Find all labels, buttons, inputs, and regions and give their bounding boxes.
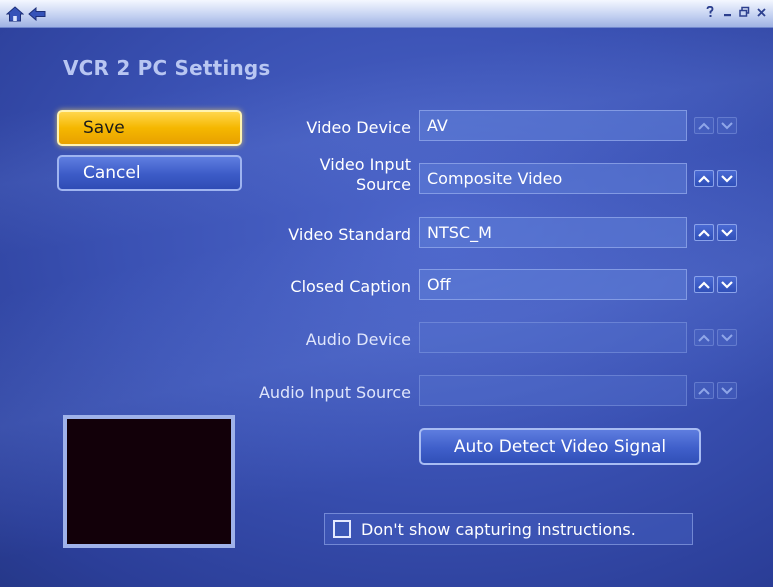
audio-input-source-down-button[interactable] bbox=[717, 382, 737, 399]
video-input-source-label-line1: Video Input bbox=[319, 155, 411, 174]
chevron-up-icon bbox=[698, 122, 710, 130]
close-icon[interactable] bbox=[755, 5, 767, 19]
chevron-down-icon bbox=[721, 174, 733, 183]
video-input-source-label-line2: Source bbox=[356, 175, 411, 194]
home-icon[interactable] bbox=[4, 4, 26, 23]
closed-caption-arrows bbox=[694, 276, 737, 293]
media-center-window: VCR 2 PC Settings Save Cancel Video Devi… bbox=[0, 0, 773, 587]
video-device-down-button[interactable] bbox=[717, 117, 737, 134]
audio-device-down-button[interactable] bbox=[717, 329, 737, 346]
closed-caption-up-button[interactable] bbox=[694, 276, 714, 293]
window-controls bbox=[704, 5, 767, 19]
chevron-down-icon bbox=[721, 386, 733, 394]
chevron-up-icon bbox=[698, 228, 710, 237]
audio-input-source-up-button[interactable] bbox=[694, 382, 714, 399]
chevron-down-icon bbox=[721, 333, 733, 341]
audio-device-field[interactable] bbox=[419, 322, 687, 353]
help-icon[interactable] bbox=[704, 5, 716, 19]
video-standard-up-button[interactable] bbox=[694, 224, 714, 241]
video-input-source-down-button[interactable] bbox=[717, 170, 737, 187]
page-title: VCR 2 PC Settings bbox=[63, 56, 271, 80]
audio-input-source-arrows bbox=[694, 382, 737, 399]
video-input-source-arrows bbox=[694, 170, 737, 187]
capture-instructions-option[interactable]: Don't show capturing instructions. bbox=[324, 513, 693, 545]
chevron-up-icon bbox=[698, 174, 710, 183]
video-input-source-up-button[interactable] bbox=[694, 170, 714, 187]
video-standard-label: Video Standard bbox=[288, 225, 411, 244]
chevron-down-icon bbox=[721, 121, 733, 129]
video-device-label: Video Device bbox=[306, 118, 411, 137]
video-input-source-label: Video Input Source bbox=[250, 155, 411, 195]
save-button[interactable]: Save bbox=[57, 110, 242, 146]
title-bar bbox=[0, 0, 773, 28]
audio-input-source-field[interactable] bbox=[419, 375, 687, 406]
video-device-up-button[interactable] bbox=[694, 117, 714, 134]
closed-caption-down-button[interactable] bbox=[717, 276, 737, 293]
audio-input-source-label: Audio Input Source bbox=[258, 383, 411, 402]
checkbox-label: Don't show capturing instructions. bbox=[361, 519, 636, 539]
audio-device-arrows bbox=[694, 329, 737, 346]
auto-detect-button[interactable]: Auto Detect Video Signal bbox=[419, 428, 701, 465]
chevron-down-icon bbox=[721, 280, 733, 289]
chevron-up-icon bbox=[698, 387, 710, 395]
cancel-button[interactable]: Cancel bbox=[57, 155, 242, 191]
minimize-icon[interactable] bbox=[721, 5, 733, 19]
closed-caption-field[interactable]: Off bbox=[419, 269, 687, 300]
video-standard-down-button[interactable] bbox=[717, 224, 737, 241]
video-device-arrows bbox=[694, 117, 737, 134]
restore-icon[interactable] bbox=[738, 5, 750, 19]
audio-device-up-button[interactable] bbox=[694, 329, 714, 346]
audio-device-label: Audio Device bbox=[305, 330, 411, 349]
video-preview bbox=[63, 415, 235, 548]
video-input-source-field[interactable]: Composite Video bbox=[419, 163, 687, 194]
video-standard-field[interactable]: NTSC_M bbox=[419, 217, 687, 248]
chevron-down-icon bbox=[721, 228, 733, 237]
closed-caption-label: Closed Caption bbox=[290, 277, 411, 296]
video-standard-arrows bbox=[694, 224, 737, 241]
chevron-up-icon bbox=[698, 280, 710, 289]
video-device-field[interactable]: AV bbox=[419, 110, 687, 141]
back-arrow-icon[interactable] bbox=[26, 4, 48, 23]
chevron-up-icon bbox=[698, 334, 710, 342]
checkbox[interactable] bbox=[333, 520, 351, 538]
